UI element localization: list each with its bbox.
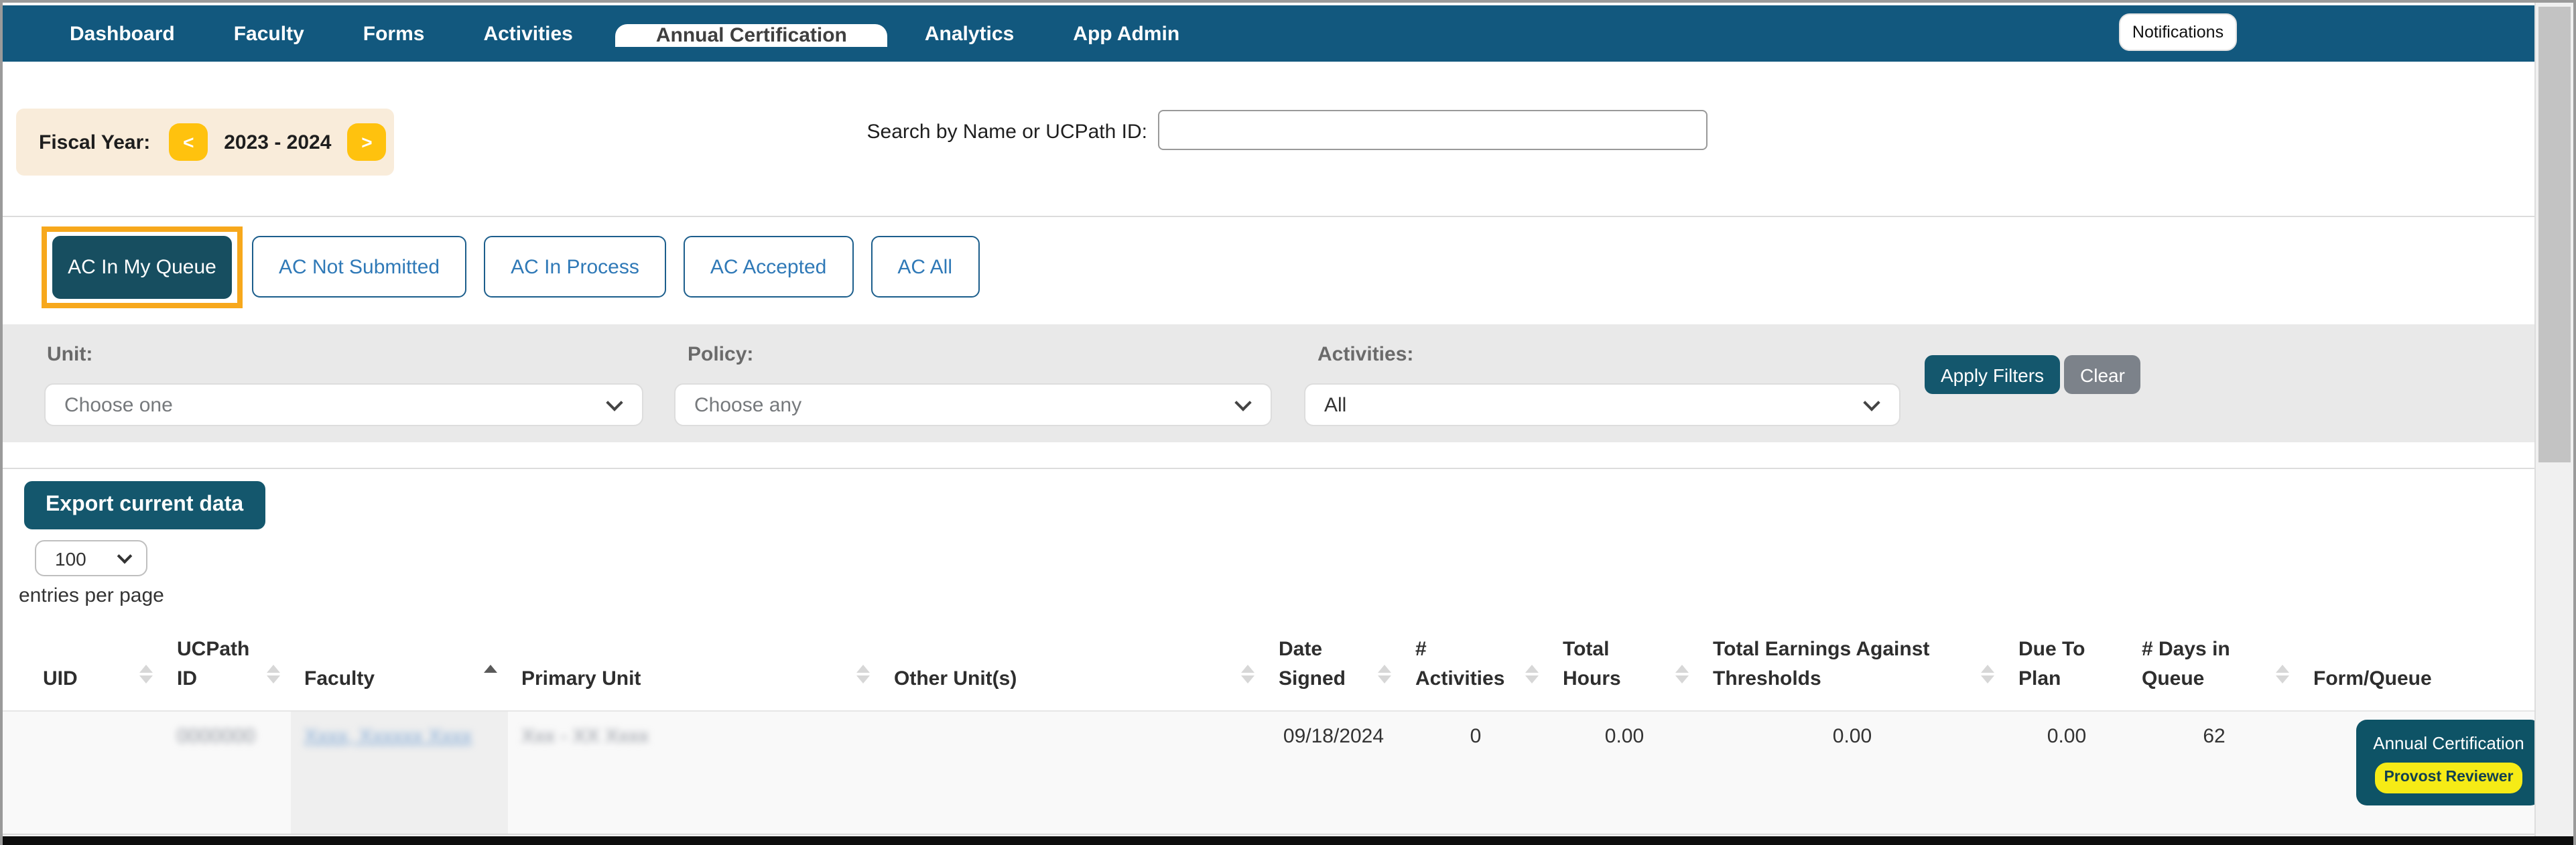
search-input[interactable]: [1158, 110, 1708, 150]
sort-icon[interactable]: [1675, 664, 1689, 683]
active-tab-highlight: AC In My Queue: [42, 226, 243, 308]
status-tab-row: AC Not Submitted AC In Process AC Accept…: [252, 236, 979, 298]
table-header-row: UID UCPath ID Faculty Primary Unit Other…: [3, 635, 2538, 710]
nav-items: Dashboard Faculty Forms Activities Annua…: [3, 5, 1238, 62]
cell-total-earnings: 0.00: [1699, 710, 2005, 834]
page-size-value: 100: [55, 547, 86, 569]
vertical-scrollbar[interactable]: [2534, 3, 2573, 836]
apply-filters-button[interactable]: Apply Filters: [1925, 355, 2060, 394]
window-bottom-edge: [3, 836, 2573, 845]
fiscal-year-value: 2023 - 2024: [224, 131, 331, 153]
page-size-select[interactable]: 100: [35, 540, 147, 576]
activities-select-value: All: [1324, 393, 1346, 416]
divider: [3, 468, 2538, 469]
clear-filters-button[interactable]: Clear: [2064, 355, 2141, 394]
column-header-uid[interactable]: UID: [3, 635, 164, 710]
table-row: 0000000 Xxxx, Xxxxxx Xxxx Xxx - XX Xxxx …: [3, 710, 2538, 834]
sort-icon[interactable]: [1981, 664, 1994, 683]
column-header-days-in-queue[interactable]: # Days in Queue: [2128, 635, 2300, 710]
nav-item-faculty[interactable]: Faculty: [234, 22, 304, 45]
column-header-faculty[interactable]: Faculty: [291, 635, 508, 710]
nav-item-forms[interactable]: Forms: [363, 22, 425, 45]
policy-filter-label: Policy:: [688, 343, 753, 366]
sort-icon[interactable]: [2276, 664, 2289, 683]
results-table: UID UCPath ID Faculty Primary Unit Other…: [3, 635, 2538, 834]
notifications-button[interactable]: Notifications: [2119, 13, 2237, 51]
sort-icon[interactable]: [856, 664, 870, 683]
sort-icon[interactable]: [1378, 664, 1391, 683]
sort-icon[interactable]: [1525, 664, 1539, 683]
search-label: Search by Name or UCPath ID:: [863, 121, 1147, 143]
tab-ac-all[interactable]: AC All: [871, 236, 979, 298]
column-header-primary-unit[interactable]: Primary Unit: [508, 635, 881, 710]
unit-filter-label: Unit:: [47, 343, 92, 366]
provost-reviewer-badge: Provost Reviewer: [2374, 763, 2522, 793]
divider: [3, 216, 2538, 217]
policy-select-value: Choose any: [694, 393, 801, 416]
activities-filter-label: Activities:: [1317, 343, 1413, 366]
nav-item-activities[interactable]: Activities: [483, 22, 572, 45]
nav-item-app-admin[interactable]: App Admin: [1073, 22, 1179, 45]
column-header-other-units[interactable]: Other Unit(s): [881, 635, 1265, 710]
column-header-total-earnings[interactable]: Total Earnings Against Thresholds: [1699, 635, 2005, 710]
sort-asc-icon[interactable]: [484, 664, 497, 683]
cell-form-queue: Annual Certification Provost Reviewer: [2300, 710, 2538, 834]
policy-select[interactable]: Choose any: [674, 383, 1272, 426]
nav-tab-annual-certification[interactable]: Annual Certification: [616, 24, 887, 47]
tab-ac-not-submitted[interactable]: AC Not Submitted: [252, 236, 466, 298]
scrollbar-thumb[interactable]: [2538, 7, 2571, 462]
column-header-ucpath-id[interactable]: UCPath ID: [164, 635, 291, 710]
cell-date-signed: 09/18/2024: [1265, 710, 1402, 834]
cell-num-activities: 0: [1402, 710, 1549, 834]
form-queue-button-label: Annual Certification: [2373, 732, 2524, 753]
tab-ac-in-process[interactable]: AC In Process: [484, 236, 666, 298]
fiscal-year-next-button[interactable]: >: [347, 123, 386, 161]
tab-ac-in-my-queue[interactable]: AC In My Queue: [52, 236, 232, 299]
nav-tab-label: Annual Certification: [656, 24, 847, 47]
fiscal-year-prev-button[interactable]: <: [169, 123, 208, 161]
cell-total-hours: 0.00: [1549, 710, 1699, 834]
cell-days-in-queue: 62: [2128, 710, 2300, 834]
filters-panel: Unit: Choose one Policy: Choose any Acti…: [3, 324, 2538, 442]
cell-due-to-plan: 0.00: [2005, 710, 2128, 834]
cell-faculty: Xxxx, Xxxxxx Xxxx: [291, 710, 508, 834]
cell-primary-unit: Xxx - XX Xxxx: [508, 710, 881, 834]
redacted-faculty-link[interactable]: Xxxx, Xxxxxx Xxxx: [304, 724, 472, 747]
fiscal-year-label: Fiscal Year:: [39, 131, 150, 153]
redacted-primary-unit: Xxx - XX Xxxx: [521, 724, 649, 747]
sort-icon[interactable]: [267, 664, 280, 683]
unit-select[interactable]: Choose one: [44, 383, 643, 426]
entries-per-page-caption: entries per page: [19, 584, 164, 607]
sort-icon[interactable]: [139, 664, 153, 683]
unit-select-value: Choose one: [64, 393, 173, 416]
column-header-total-hours[interactable]: Total Hours: [1549, 635, 1699, 710]
sort-icon[interactable]: [1241, 664, 1254, 683]
app-window: Dashboard Faculty Forms Activities Annua…: [0, 0, 2576, 845]
nav-item-analytics[interactable]: Analytics: [925, 22, 1014, 45]
column-header-num-activities[interactable]: # Activities: [1402, 635, 1549, 710]
activities-select[interactable]: All: [1304, 383, 1901, 426]
cell-other-units: [881, 710, 1265, 834]
fiscal-year-selector: Fiscal Year: < 2023 - 2024 >: [16, 109, 394, 176]
column-header-form-queue: Form/Queue: [2300, 635, 2538, 710]
export-current-data-button[interactable]: Export current data: [24, 481, 265, 529]
tab-ac-accepted[interactable]: AC Accepted: [684, 236, 853, 298]
cell-ucpath-id: 0000000: [164, 710, 291, 834]
cell-uid: [3, 710, 164, 834]
column-header-due-to-plan[interactable]: Due To Plan: [2005, 635, 2128, 710]
nav-item-dashboard[interactable]: Dashboard: [70, 22, 175, 45]
column-header-date-signed[interactable]: Date Signed: [1265, 635, 1402, 710]
redacted-ucpath-id: 0000000: [177, 724, 255, 747]
form-queue-button[interactable]: Annual Certification Provost Reviewer: [2356, 719, 2541, 805]
